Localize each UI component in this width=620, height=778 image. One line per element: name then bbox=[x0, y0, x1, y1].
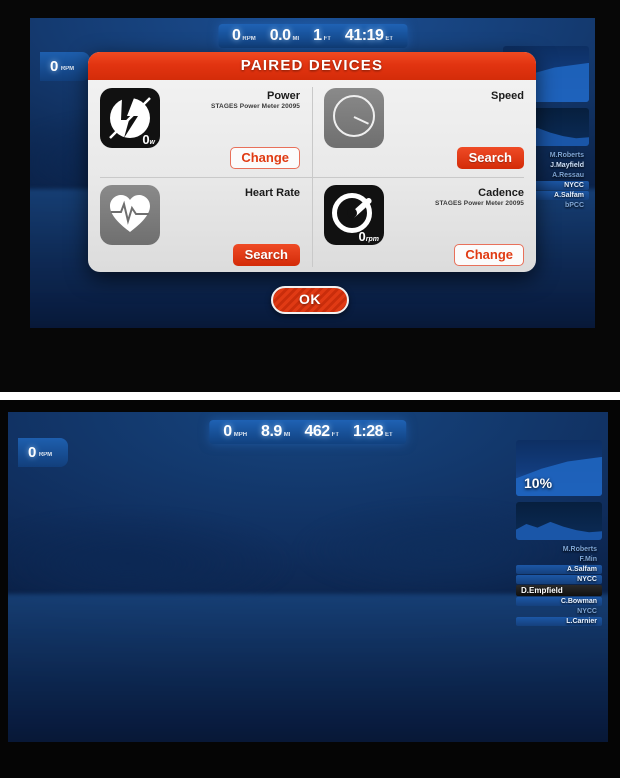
change-cadence-button[interactable]: Change bbox=[454, 244, 524, 266]
device-info-heart-rate: Heart Rate Search bbox=[168, 185, 300, 266]
device-cell-power: 0w Power STAGES Power Meter 20095 Change bbox=[88, 80, 312, 177]
gradient-value: 10% bbox=[524, 475, 553, 491]
list-item: NYCC bbox=[516, 575, 602, 584]
device-title: Heart Rate bbox=[244, 187, 300, 199]
hud-stat-unit: ET bbox=[385, 431, 393, 438]
hud-stat-value: 0.0 bbox=[269, 27, 291, 44]
photo-of-monitor: 0 RPM 0.0 MI 1 FT 41:19 ET 0 RPM M.Rober… bbox=[0, 0, 620, 778]
list-item-self: D.Empfield bbox=[516, 585, 602, 596]
hud-stat-item: 41:19 ET bbox=[345, 27, 393, 45]
device-title: Cadence bbox=[478, 187, 524, 199]
cadence-hud-value: 0 bbox=[28, 444, 36, 461]
device-subtitle: STAGES Power Meter 20095 bbox=[211, 103, 300, 110]
change-power-button[interactable]: Change bbox=[230, 147, 300, 169]
gradient-indicator: 10% bbox=[516, 440, 602, 496]
dial-needle bbox=[353, 115, 369, 125]
hud-stat-item: 462 FT bbox=[304, 423, 339, 441]
screenshot-user-customization: 0 MPH 8.9 MI 462 FT 1:28 ET 0 RPM 10% M.… bbox=[0, 400, 620, 778]
hud-stat-value: 0 bbox=[231, 27, 241, 44]
hud-stat-value: 1 bbox=[313, 27, 322, 44]
power-reading: 0w bbox=[142, 132, 155, 147]
route-profile bbox=[516, 502, 602, 540]
screenshot-separator bbox=[0, 392, 620, 400]
device-info-speed: Speed Search bbox=[392, 88, 524, 169]
zwift-game-screen: 0 MPH 8.9 MI 462 FT 1:28 ET 0 RPM 10% M.… bbox=[8, 412, 608, 742]
list-item: F.Min bbox=[579, 556, 598, 563]
hud-stat-unit: FT bbox=[331, 431, 340, 438]
hud-stat-value: 8.9 bbox=[261, 423, 282, 440]
hud-stat-unit: MPH bbox=[233, 431, 248, 438]
device-info-power: Power STAGES Power Meter 20095 Change bbox=[168, 88, 300, 169]
ok-button[interactable]: OK bbox=[271, 286, 349, 314]
cadence-hud-unit: RPM bbox=[38, 451, 53, 458]
search-speed-button[interactable]: Search bbox=[456, 147, 524, 169]
hud-stat-unit: ET bbox=[385, 35, 394, 42]
cadence-dial-icon: 0rpm bbox=[324, 185, 384, 245]
hud-stats-bar: 0 MPH 8.9 MI 462 FT 1:28 ET bbox=[209, 420, 407, 444]
cadence-hud-widget: 0 RPM bbox=[18, 438, 69, 467]
route-profile-shape bbox=[516, 521, 602, 540]
hud-stat-unit: RPM bbox=[242, 35, 256, 42]
dial-face bbox=[333, 94, 375, 137]
hud-stat-item: 1:28 ET bbox=[353, 423, 393, 441]
list-item: A.Salfam bbox=[516, 565, 602, 574]
device-subtitle: STAGES Power Meter 20095 bbox=[435, 200, 524, 207]
device-cell-cadence: 0rpm Cadence STAGES Power Meter 20095 Ch… bbox=[312, 177, 536, 272]
speedometer-icon bbox=[324, 88, 384, 148]
device-grid: 0w Power STAGES Power Meter 20095 Change bbox=[88, 80, 536, 272]
dialog-title: PAIRED DEVICES bbox=[88, 52, 536, 80]
paired-devices-dialog: PAIRED DEVICES 0w Power STAGES Power Met… bbox=[88, 52, 536, 272]
list-item: C.Bowman bbox=[516, 597, 602, 606]
hud-stat-value: 0 bbox=[223, 423, 232, 440]
device-title: Power bbox=[266, 90, 300, 102]
list-item: L.Carnier bbox=[516, 617, 602, 626]
cadence-hud-value: 0 bbox=[50, 58, 58, 75]
hud-stat-value: 1:28 bbox=[353, 423, 384, 440]
device-title: Speed bbox=[490, 90, 524, 102]
device-cell-speed: Speed Search bbox=[312, 80, 536, 177]
hud-stat-item: 0 MPH bbox=[223, 423, 247, 441]
hud-stat-value: 41:19 bbox=[344, 27, 384, 44]
hud-stat-value: 462 bbox=[304, 423, 330, 440]
cadence-hub bbox=[347, 208, 357, 218]
hud-stat-unit: MI bbox=[283, 431, 291, 438]
list-item: M.Roberts bbox=[562, 546, 597, 553]
hud-stats-bar: 0 RPM 0.0 MI 1 FT 41:19 ET bbox=[217, 24, 408, 48]
heart-glyph bbox=[110, 194, 150, 232]
hud-stat-item: 0 RPM bbox=[232, 27, 256, 45]
screenshot-paired-devices: 0 RPM 0.0 MI 1 FT 41:19 ET 0 RPM M.Rober… bbox=[0, 0, 620, 392]
cadence-hud-unit: RPM bbox=[60, 65, 75, 72]
list-item: NYCC bbox=[577, 608, 597, 615]
cadence-reading: 0rpm bbox=[358, 229, 379, 244]
hud-stat-item: 8.9 MI bbox=[261, 423, 290, 441]
power-bolt-icon: 0w bbox=[100, 88, 160, 148]
search-heart-rate-button[interactable]: Search bbox=[232, 244, 300, 266]
hud-stat-unit: MI bbox=[292, 35, 300, 42]
device-info-cadence: Cadence STAGES Power Meter 20095 Change bbox=[392, 185, 524, 266]
hud-stat-item: 0.0 MI bbox=[270, 27, 299, 45]
device-cell-heart-rate: Heart Rate Search bbox=[88, 177, 312, 272]
leaderboard-panel: 10% M.Roberts F.Min A.Salfam NYCC D.Empf… bbox=[516, 440, 602, 627]
hud-stat-item: 1 FT bbox=[313, 27, 331, 45]
hud-stat-unit: FT bbox=[323, 35, 331, 42]
heart-rate-icon bbox=[100, 185, 160, 245]
cadence-hud-widget: 0 RPM bbox=[40, 52, 91, 81]
